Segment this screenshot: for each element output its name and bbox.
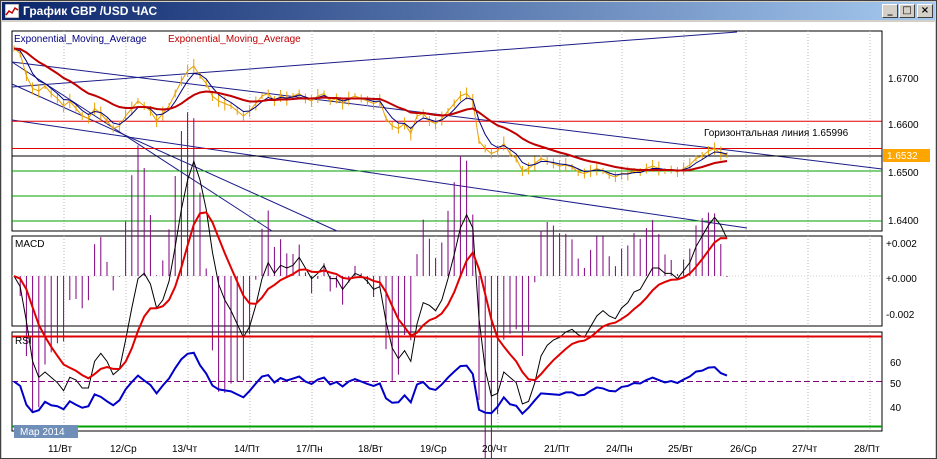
macd-signal-line bbox=[13, 211, 728, 382]
macd-label: MACD bbox=[15, 239, 44, 250]
time-tick-0: 11/Вт bbox=[48, 444, 72, 455]
time-tick-4: 17/Пн bbox=[296, 444, 323, 455]
macd-tick-3: -0.002 bbox=[886, 310, 915, 321]
price-tick-4: 1.6400 bbox=[888, 216, 919, 227]
time-tick-10: 25/Вт bbox=[668, 444, 693, 455]
rsi-label: RSI bbox=[15, 336, 32, 347]
month-label: Мар 2014 bbox=[20, 427, 65, 438]
time-tick-8: 21/Пт bbox=[544, 444, 570, 455]
minimize-button[interactable]: _ bbox=[882, 4, 898, 18]
price-series bbox=[13, 45, 728, 182]
rsi-tick-2: 50 bbox=[890, 379, 902, 390]
price-tick-1: 1.6700 bbox=[888, 74, 919, 85]
time-tick-5: 18/Вт bbox=[358, 444, 383, 455]
time-axis: 11/Вт 12/Ср 13/Чт 14/Пт 17/Пн 18/Вт 19/С… bbox=[48, 444, 880, 455]
macd-tick-2: +0.000 bbox=[886, 274, 917, 285]
time-tick-7: 20/Чт bbox=[482, 444, 508, 455]
current-price-label: 1.6532 bbox=[887, 151, 918, 162]
legend-ema-fast: Exponential_Moving_Average bbox=[14, 34, 147, 45]
time-tick-11: 26/Ср bbox=[730, 444, 757, 455]
time-tick-12: 27/Чт bbox=[792, 444, 818, 455]
title-bar[interactable]: График GBP /USD ЧАС _ □ × bbox=[2, 2, 935, 20]
horizontal-line-label: Горизонтальная линия 1.65996 bbox=[704, 128, 849, 139]
chart-area[interactable]: Exponential_Moving_Average Exponential_M… bbox=[2, 22, 935, 458]
rsi-tick-1: 60 bbox=[890, 358, 902, 369]
trendline bbox=[11, 83, 338, 232]
price-tick-3: 1.6500 bbox=[888, 168, 919, 179]
ema-slow-line bbox=[13, 47, 728, 172]
window-title: График GBP /USD ЧАС bbox=[23, 4, 158, 18]
trendline bbox=[11, 61, 273, 232]
macd-series bbox=[12, 112, 882, 458]
price-tick-2: 1.6600 bbox=[888, 120, 919, 131]
chart-window: График GBP /USD ЧАС _ □ × Exponential_Mo… bbox=[0, 0, 937, 459]
legend-ema-slow: Exponential_Moving_Average bbox=[168, 34, 301, 45]
rsi-series bbox=[12, 335, 882, 428]
time-tick-9: 24/Пн bbox=[606, 444, 633, 455]
trendline bbox=[11, 119, 748, 229]
price-close-line bbox=[13, 48, 728, 178]
chart-canvas[interactable]: Exponential_Moving_Average Exponential_M… bbox=[2, 22, 935, 458]
time-tick-6: 19/Ср bbox=[420, 444, 447, 455]
rsi-tick-3: 40 bbox=[890, 403, 902, 414]
close-button[interactable]: × bbox=[917, 4, 933, 18]
macd-tick-1: +0.002 bbox=[886, 239, 917, 250]
time-tick-13: 28/Пт bbox=[854, 444, 880, 455]
time-tick-2: 13/Чт bbox=[172, 444, 198, 455]
time-tick-3: 14/Пт bbox=[234, 444, 260, 455]
time-tick-1: 12/Ср bbox=[110, 444, 137, 455]
restore-button[interactable]: □ bbox=[899, 4, 915, 18]
chart-app-icon bbox=[5, 4, 19, 18]
